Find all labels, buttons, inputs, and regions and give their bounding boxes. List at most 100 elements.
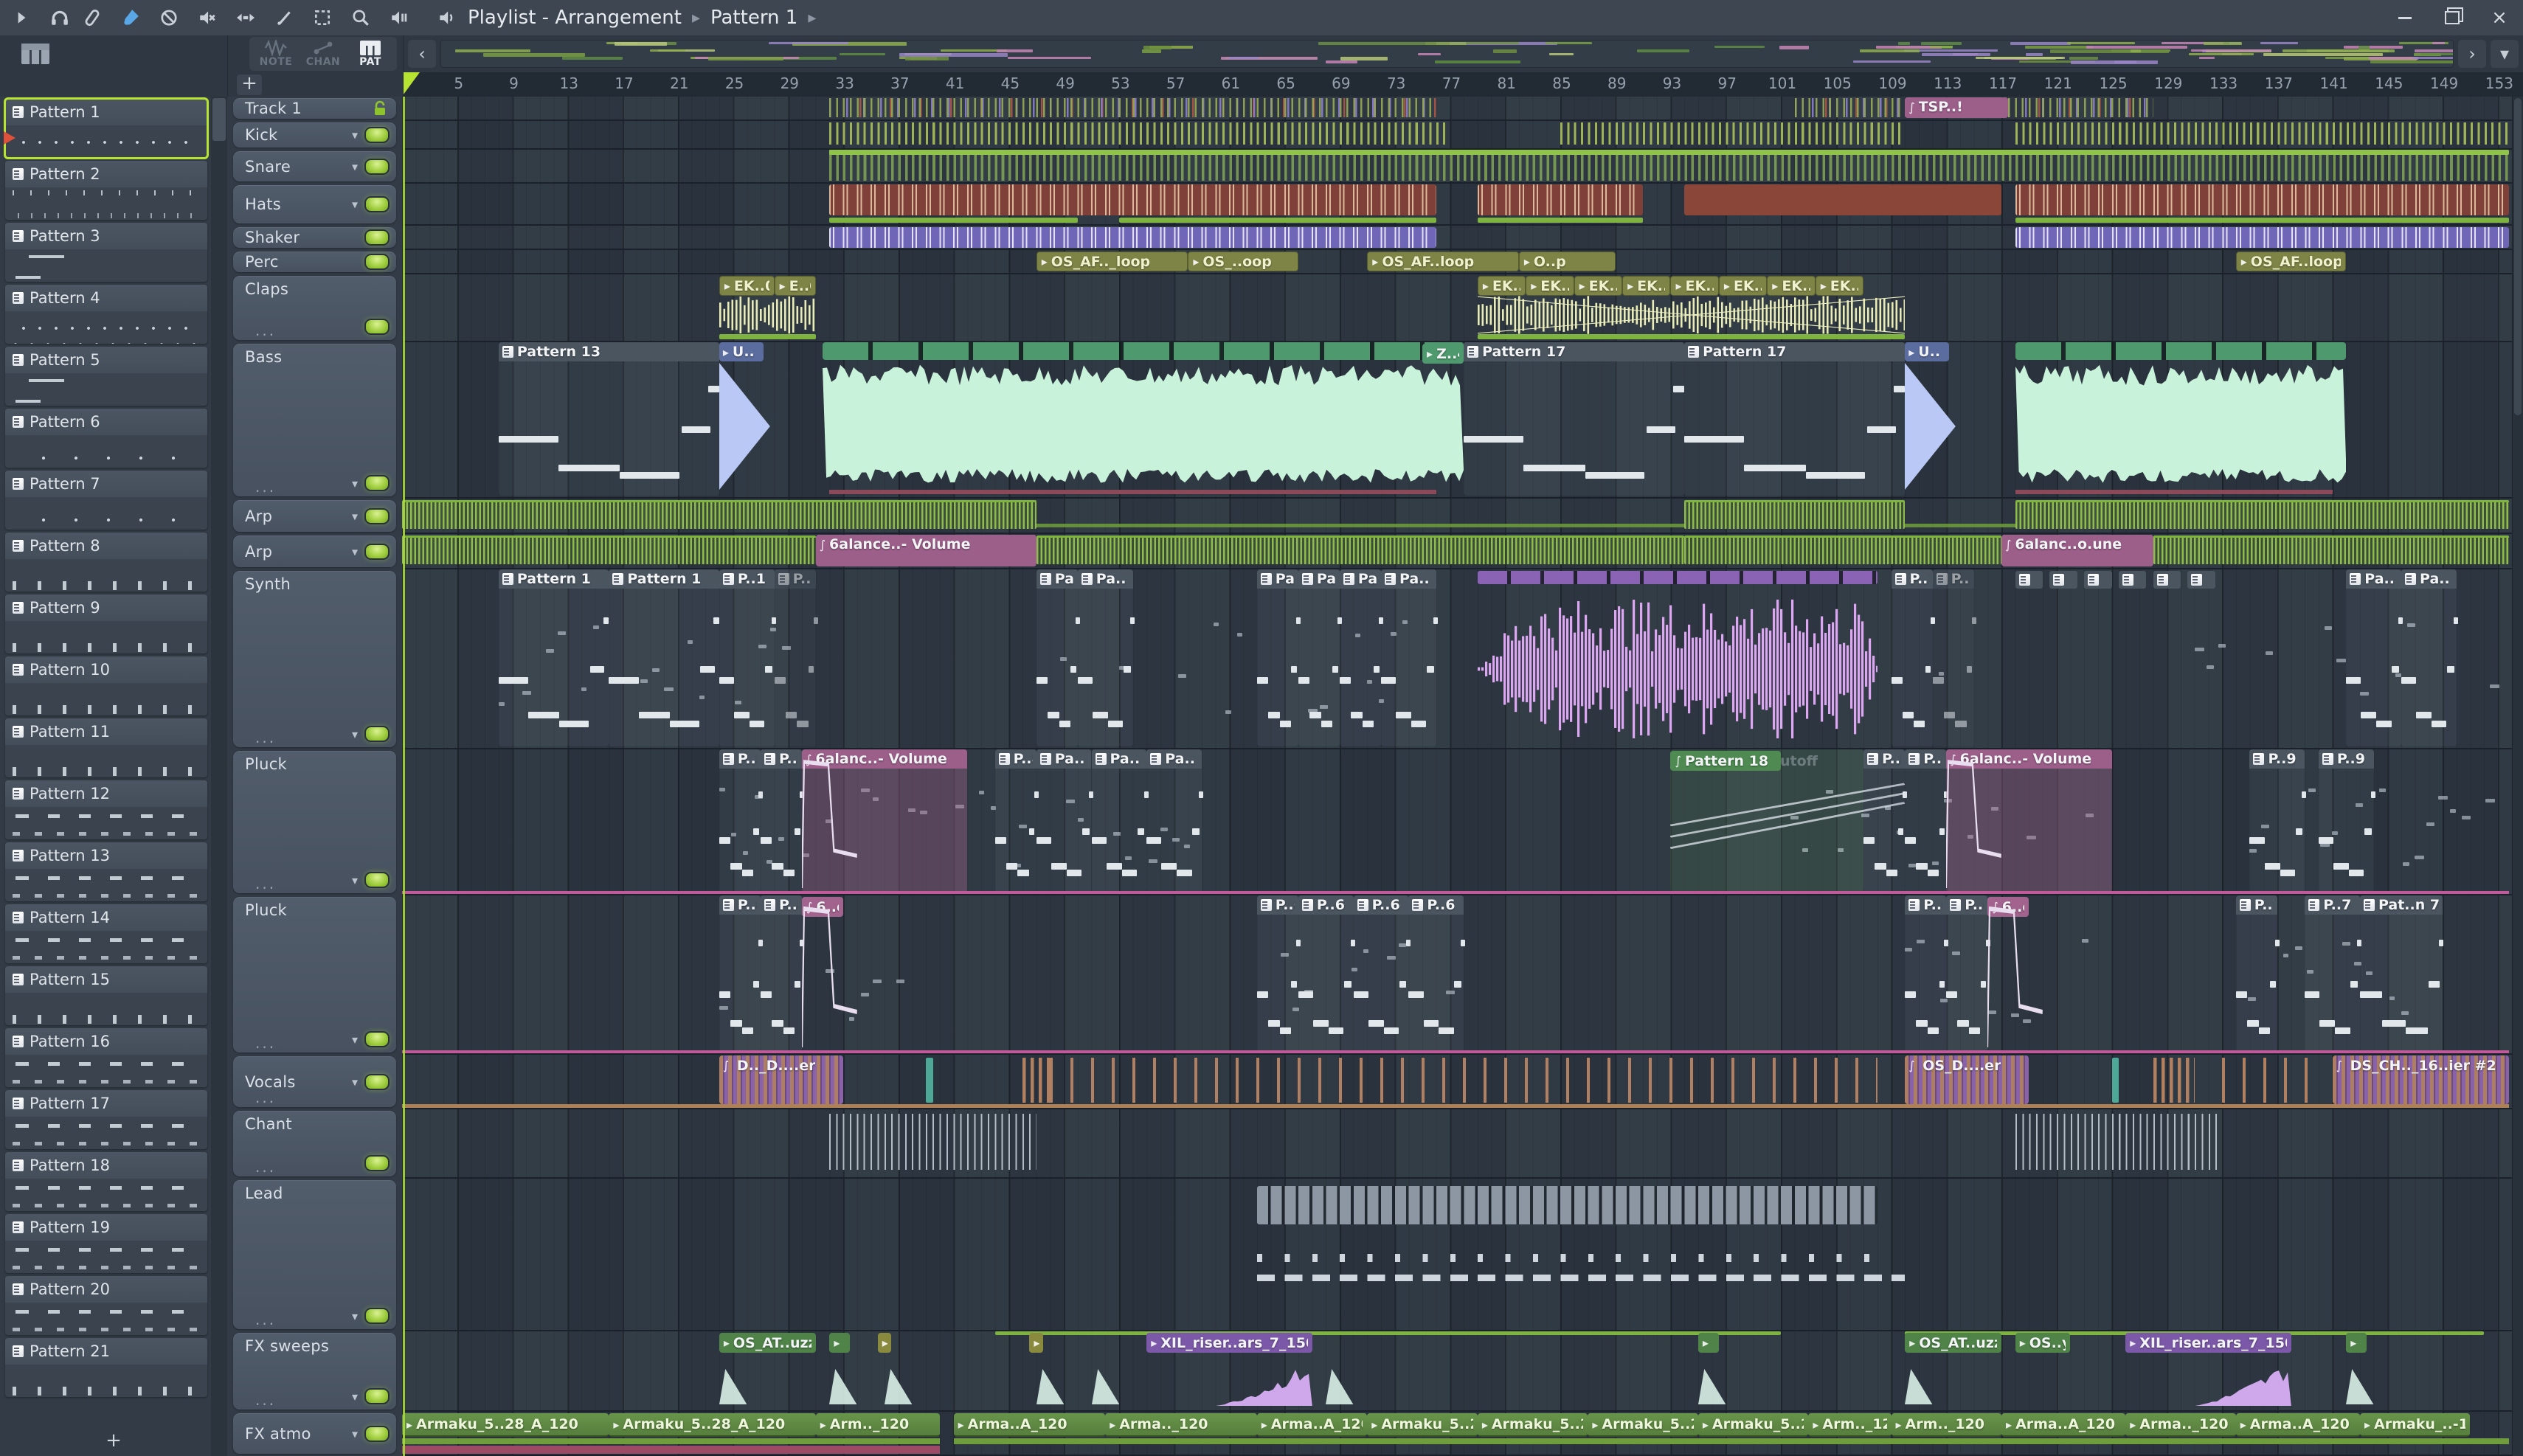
audio-clip[interactable]: ▸ U.. bbox=[1905, 342, 1960, 496]
pattern-clip[interactable]: P..6 bbox=[1353, 895, 1411, 1052]
track-header-hats-3[interactable]: Hats ▾ bbox=[227, 184, 402, 226]
audio-clip[interactable] bbox=[2153, 1058, 2195, 1103]
audio-clip[interactable]: ▸ OS_AF.._loop bbox=[1036, 252, 1188, 271]
pattern-item-pattern-4[interactable]: Pattern 4 bbox=[5, 285, 207, 344]
track-header-arp-8[interactable]: Arp ▾ bbox=[227, 499, 402, 534]
audio-clip[interactable]: ▸ Arma.._120 bbox=[2125, 1413, 2236, 1437]
pattern-item-pattern-7[interactable]: Pattern 7 bbox=[5, 471, 207, 530]
audio-clip[interactable] bbox=[1477, 295, 1906, 335]
pattern-clip[interactable]: P..6' bbox=[1946, 895, 1990, 1052]
pattern-clip[interactable]: P..8 bbox=[994, 749, 1039, 892]
audio-clip[interactable]: ▸ bbox=[829, 1333, 851, 1353]
pattern-item-pattern-14[interactable]: Pattern 14 bbox=[5, 904, 207, 963]
track-mute-led[interactable] bbox=[364, 254, 390, 270]
track-mute-led[interactable] bbox=[364, 1155, 390, 1171]
audio-clip[interactable] bbox=[2015, 184, 2509, 215]
audio-clip[interactable] bbox=[1256, 1186, 1877, 1224]
pattern-item-pattern-9[interactable]: Pattern 9 bbox=[5, 594, 207, 654]
audio-clip[interactable]: ▸ Armaku_..-120 bbox=[2359, 1413, 2471, 1437]
audio-waveform[interactable] bbox=[719, 1369, 747, 1404]
audio-clip[interactable]: ▸OS..y bbox=[2015, 1333, 2071, 1353]
pattern-item-pattern-11[interactable]: Pattern 11 bbox=[5, 718, 207, 777]
playlist-grid[interactable]: ∫ TSP..! ▸ OS_AF.._loop ▸ OS_..oop ▸ OS_AF..loo… bbox=[402, 97, 2523, 1456]
audio-waveform[interactable] bbox=[2194, 1356, 2291, 1406]
pattern-item-pattern-10[interactable]: Pattern 10 bbox=[5, 656, 207, 715]
audio-clip[interactable]: ▸ bbox=[1697, 1333, 1719, 1353]
pattern-clip[interactable]: P..8 bbox=[719, 749, 764, 892]
audio-clip[interactable]: ▸ XIL_riser..ars_7_150 bbox=[1146, 1333, 1312, 1353]
automation-clip[interactable]: ∫ 6alance..- Volume bbox=[815, 535, 1036, 566]
clip-strip[interactable] bbox=[2015, 490, 2333, 494]
clip-strip[interactable] bbox=[402, 1050, 2509, 1053]
audio-clip[interactable]: ▸EK..0 bbox=[1526, 276, 1574, 296]
audio-clip[interactable]: ▸Z..4 bbox=[1422, 344, 1464, 364]
add-pattern-button[interactable]: + bbox=[105, 1429, 122, 1452]
mode-toggle-chan[interactable]: CHAN bbox=[300, 38, 347, 69]
pattern-clip[interactable]: P..6 bbox=[719, 895, 764, 1052]
track-menu-arrow[interactable]: ▾ bbox=[352, 128, 358, 142]
pattern-clip[interactable]: Pa.. bbox=[1036, 749, 1093, 892]
audio-clip[interactable] bbox=[1684, 184, 2002, 215]
pattern-clip[interactable]: P.. bbox=[1932, 569, 1976, 746]
collapse-arrow-icon[interactable] bbox=[10, 7, 32, 29]
audio-clip[interactable]: ▸ Arma..A_120 bbox=[953, 1413, 1106, 1437]
audio-clip[interactable]: ▸EK..0 bbox=[1767, 276, 1816, 296]
track-header-kick-1[interactable]: Kick ▾ bbox=[227, 121, 402, 150]
audio-clip[interactable] bbox=[1684, 500, 1906, 529]
pattern-clip[interactable]: Pa.. bbox=[1298, 569, 1343, 746]
audio-clip[interactable] bbox=[1684, 535, 2002, 564]
audio-clip[interactable]: ▸Armaku_5..28_A_120 bbox=[1697, 1413, 1809, 1437]
clip-strip[interactable] bbox=[402, 1446, 940, 1454]
track-header-pluck-12[interactable]: Pluck... ▾ bbox=[227, 895, 402, 1055]
lane-kick-1[interactable] bbox=[402, 121, 2523, 150]
track-mute-led[interactable] bbox=[364, 475, 390, 491]
audio-clip[interactable]: ▸ O..p bbox=[1518, 252, 1616, 271]
pattern-item-pattern-1[interactable]: Pattern 1 bbox=[4, 97, 209, 159]
delete-tool-icon[interactable] bbox=[158, 7, 180, 29]
pattern-clip[interactable]: P..6' bbox=[760, 895, 805, 1052]
pattern-item-pattern-2[interactable]: Pattern 2 bbox=[5, 161, 207, 220]
audio-clip[interactable] bbox=[823, 342, 1464, 496]
timeline-ruler[interactable]: 5 9 13 17 21 25 29 33 37 41 45 49 53 57 61 65 69 73 77 81 85… bbox=[404, 72, 2523, 97]
audio-clip[interactable]: ▸ Arma..A_120 bbox=[1256, 1413, 1368, 1437]
audio-clip[interactable]: ▸ OS_AF..loop bbox=[2235, 252, 2347, 271]
audio-waveform[interactable] bbox=[829, 1369, 857, 1404]
automation-clip[interactable]: ∫ 6alanc..o.une bbox=[2001, 535, 2153, 566]
pattern-clip[interactable]: Pa.. bbox=[1339, 569, 1384, 746]
audio-clip[interactable] bbox=[829, 184, 1436, 215]
pattern-item-pattern-19[interactable]: Pattern 19 bbox=[5, 1214, 207, 1273]
pattern-clip[interactable]: P..6 bbox=[1256, 895, 1301, 1052]
pattern-item-pattern-3[interactable]: Pattern 3 bbox=[5, 223, 207, 282]
track-header-fx-sweeps-16[interactable]: FX sweeps... ▾ bbox=[227, 1331, 402, 1412]
clip-strip[interactable] bbox=[1905, 524, 2015, 527]
audio-clip[interactable] bbox=[2015, 1114, 2223, 1170]
track-menu-arrow[interactable]: ▾ bbox=[352, 1390, 358, 1404]
lane-pluck-11[interactable]: P..8P..∫6alanc..- VolumeP..8Pa..Pa..Pa..… bbox=[402, 749, 2523, 895]
track-header-shaker-4[interactable]: Shaker bbox=[227, 226, 402, 250]
track-header-bass-7[interactable]: Bass... ▾ bbox=[227, 342, 402, 499]
audio-clip[interactable]: ▸EK..0 bbox=[1477, 276, 1526, 296]
pattern-clip[interactable]: Pattern 17 bbox=[1684, 342, 1906, 496]
minimize-button[interactable] bbox=[2381, 1, 2429, 35]
audio-clip[interactable]: ∫ OS_D....er bbox=[1905, 1055, 2029, 1104]
pattern-clip[interactable] bbox=[2015, 571, 2043, 589]
pattern-scrollbar-thumb[interactable] bbox=[212, 98, 226, 141]
clip-strip[interactable] bbox=[1477, 334, 1906, 339]
track-mute-led[interactable] bbox=[364, 1308, 390, 1324]
audio-clip[interactable]: ▸EK..0 bbox=[1670, 276, 1719, 296]
playback-tool-icon[interactable] bbox=[388, 7, 410, 29]
lane-arp-9[interactable]: ∫ 6alance..- Volume ∫ 6alanc..o.une bbox=[402, 534, 2523, 569]
audio-clip[interactable]: ∫ D.._D....er bbox=[719, 1055, 844, 1104]
pattern-clip[interactable] bbox=[2118, 571, 2147, 589]
mute-tool-icon[interactable] bbox=[196, 7, 218, 29]
pattern-item-pattern-16[interactable]: Pattern 16 bbox=[5, 1028, 207, 1087]
pattern-item-pattern-8[interactable]: Pattern 8 bbox=[5, 533, 207, 592]
vertical-scrollbar[interactable] bbox=[2512, 97, 2523, 1456]
pattern-clip[interactable]: Pa.. bbox=[1146, 749, 1204, 892]
audio-clip[interactable]: ▸Armaku_5..2& bbox=[1477, 1413, 1588, 1437]
pattern-clip[interactable]: P..7 bbox=[2235, 895, 2280, 1052]
overview-menu-button[interactable]: ▾ bbox=[2491, 40, 2519, 68]
track-mute-led[interactable] bbox=[364, 872, 390, 888]
audio-clip[interactable]: ▸OS_AT..uzzy bbox=[1905, 1333, 2002, 1353]
audio-clip[interactable]: ▸ bbox=[1029, 1333, 1044, 1353]
